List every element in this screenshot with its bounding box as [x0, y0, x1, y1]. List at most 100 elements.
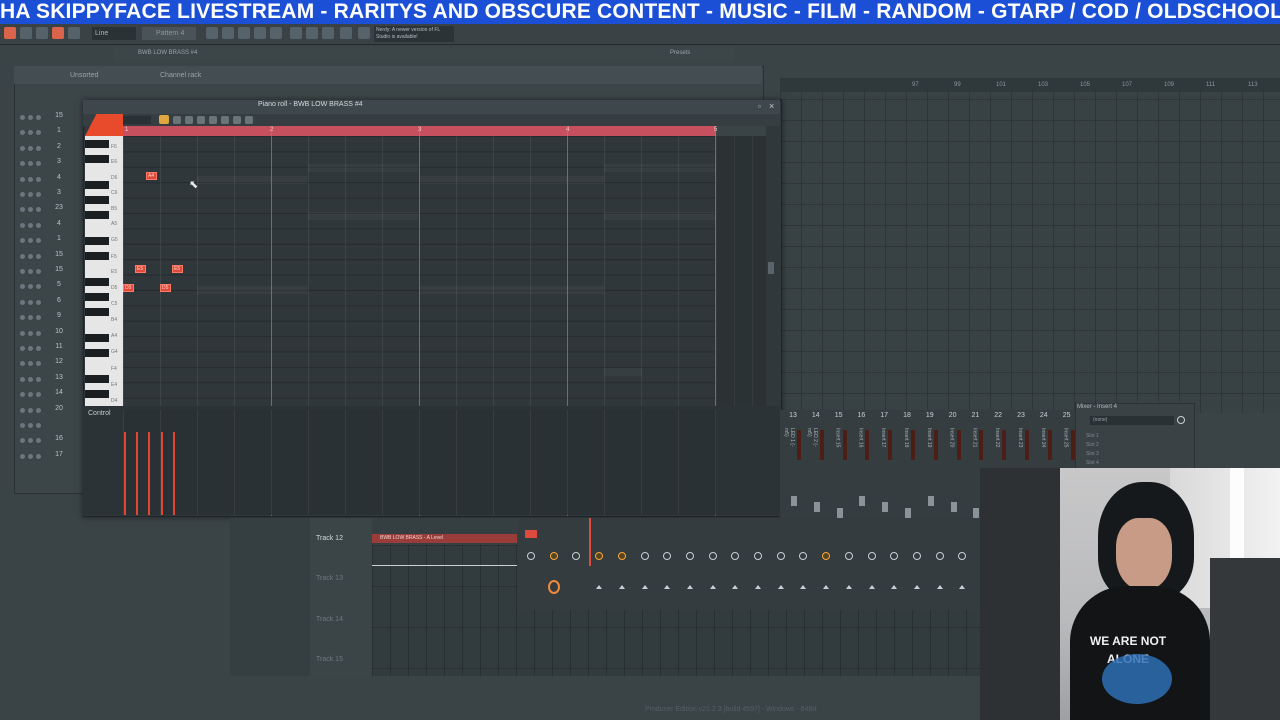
send-knob-icon[interactable]: [640, 552, 649, 560]
channel-rack-titlebar[interactable]: Unsorted Channel rack: [14, 66, 762, 84]
black-key[interactable]: [85, 196, 109, 204]
channel-led-icon[interactable]: [28, 330, 33, 336]
channel-row[interactable]: 5: [20, 280, 70, 294]
route-arrow-icon[interactable]: [732, 585, 739, 589]
metronome-icon[interactable]: [68, 27, 80, 39]
channel-led-icon[interactable]: [20, 315, 25, 321]
volume-fader[interactable]: [882, 502, 889, 512]
mixer-insert-number[interactable]: 22: [988, 412, 1008, 419]
black-key[interactable]: [85, 349, 109, 357]
channel-mixer-number[interactable]: 11: [50, 343, 68, 350]
stereo-knob-icon[interactable]: [548, 580, 560, 594]
mixer-insert-number[interactable]: 25: [1057, 412, 1077, 419]
channel-mixer-number[interactable]: 15: [50, 112, 68, 119]
cpu-icon[interactable]: [322, 27, 334, 39]
channel-led-icon[interactable]: [28, 407, 33, 413]
channel-row[interactable]: 12: [20, 357, 70, 371]
channel-led-icon[interactable]: [36, 438, 41, 444]
channel-led-icon[interactable]: [28, 438, 33, 444]
route-arrow-icon[interactable]: [709, 585, 716, 589]
channel-led-icon[interactable]: [36, 130, 41, 136]
channel-led-icon[interactable]: [36, 284, 41, 290]
channel-led-icon[interactable]: [36, 299, 41, 305]
note[interactable]: E5: [135, 265, 146, 273]
send-knob-icon[interactable]: [776, 552, 785, 560]
route-arrow-icon[interactable]: [618, 585, 625, 589]
channel-rack-icon[interactable]: [238, 27, 250, 39]
velocity-lane[interactable]: [123, 410, 716, 515]
channel-led-icon[interactable]: [28, 423, 33, 428]
channel-led-icon[interactable]: [28, 253, 33, 259]
channel-row[interactable]: 6: [20, 296, 70, 310]
channel-led-icon[interactable]: [36, 161, 41, 167]
black-key[interactable]: [85, 390, 109, 398]
channel-mixer-number[interactable]: 16: [50, 435, 68, 442]
mixer-slot[interactable]: Slot 4: [1086, 459, 1099, 468]
mixer-insert-number[interactable]: 13: [783, 412, 803, 419]
channel-led-icon[interactable]: [20, 238, 25, 244]
track-label[interactable]: Track 15: [316, 656, 343, 663]
piano-roll-grid-overflow[interactable]: [716, 136, 766, 406]
channel-led-icon[interactable]: [20, 130, 25, 136]
channel-mixer-number[interactable]: 15: [50, 266, 68, 273]
route-arrow-icon[interactable]: [845, 585, 852, 589]
black-key[interactable]: [85, 334, 109, 342]
channel-mixer-number[interactable]: 2: [50, 143, 68, 150]
channel-row[interactable]: 4: [20, 219, 70, 233]
snap-icon[interactable]: [340, 27, 352, 39]
mixer-insert-number[interactable]: 24: [1034, 412, 1054, 419]
velocity-bar[interactable]: [136, 432, 138, 515]
zoom-tool-icon[interactable]: [233, 116, 241, 124]
channel-row[interactable]: 23: [20, 203, 70, 217]
route-arrow-icon[interactable]: [891, 585, 898, 589]
volume-fader[interactable]: [905, 508, 911, 518]
mixer-insert-number[interactable]: 20: [943, 412, 963, 419]
note[interactable]: D5: [123, 284, 134, 292]
channel-led-icon[interactable]: [20, 192, 25, 197]
channel-row[interactable]: 13: [20, 373, 70, 387]
presets-button[interactable]: Presets: [670, 50, 690, 56]
mode-select[interactable]: Line: [92, 27, 136, 40]
playlist-grid[interactable]: [780, 78, 1280, 413]
record-arm-icon[interactable]: [525, 530, 537, 538]
channel-row[interactable]: 16: [20, 434, 70, 448]
delete-tool-icon[interactable]: [185, 116, 193, 124]
fl-logo-icon[interactable]: [4, 27, 16, 39]
volume-fader[interactable]: [813, 502, 820, 512]
channel-led-icon[interactable]: [28, 299, 33, 305]
send-knob-icon[interactable]: [935, 552, 944, 560]
mixer-insert-number[interactable]: 23: [1011, 412, 1031, 419]
send-knob-icon[interactable]: [754, 552, 762, 560]
track-label[interactable]: Track 14: [316, 616, 343, 623]
draw-tool-icon[interactable]: [159, 115, 169, 124]
black-key[interactable]: [85, 293, 109, 301]
black-key[interactable]: [85, 211, 109, 219]
route-arrow-icon[interactable]: [959, 585, 966, 589]
note[interactable]: D5: [160, 284, 171, 292]
channel-led-icon[interactable]: [28, 161, 33, 167]
channel-led-icon[interactable]: [36, 176, 41, 182]
velocity-bar[interactable]: [161, 432, 163, 515]
channel-row[interactable]: 3: [20, 157, 70, 171]
channel-led-icon[interactable]: [20, 115, 25, 120]
mixer-insert-number[interactable]: 15: [829, 412, 849, 419]
channel-led-icon[interactable]: [20, 346, 25, 351]
sample-window-titlebar[interactable]: BWB LOW BRASS #4 Presets: [114, 47, 734, 61]
channel-led-icon[interactable]: [28, 192, 33, 197]
channel-led-icon[interactable]: [28, 315, 33, 321]
send-fader[interactable]: [589, 518, 591, 566]
channel-mixer-number[interactable]: 1: [50, 235, 68, 242]
channel-row[interactable]: 2: [20, 142, 70, 156]
select-tool-icon[interactable]: [221, 116, 229, 124]
channel-led-icon[interactable]: [36, 392, 41, 398]
mixer-slot-list[interactable]: Slot 1 Slot 2 Slot 3 Slot 4: [1086, 432, 1099, 468]
playback-tool-icon[interactable]: [245, 116, 253, 124]
volume-fader[interactable]: [859, 496, 866, 506]
send-knob-icon[interactable]: [685, 552, 694, 560]
browser-icon[interactable]: [270, 27, 282, 39]
channel-row[interactable]: 1: [20, 234, 70, 248]
black-key[interactable]: [85, 278, 109, 286]
channel-row[interactable]: 20: [20, 404, 70, 418]
link-icon[interactable]: [358, 27, 370, 39]
volume-fader[interactable]: [927, 496, 934, 506]
